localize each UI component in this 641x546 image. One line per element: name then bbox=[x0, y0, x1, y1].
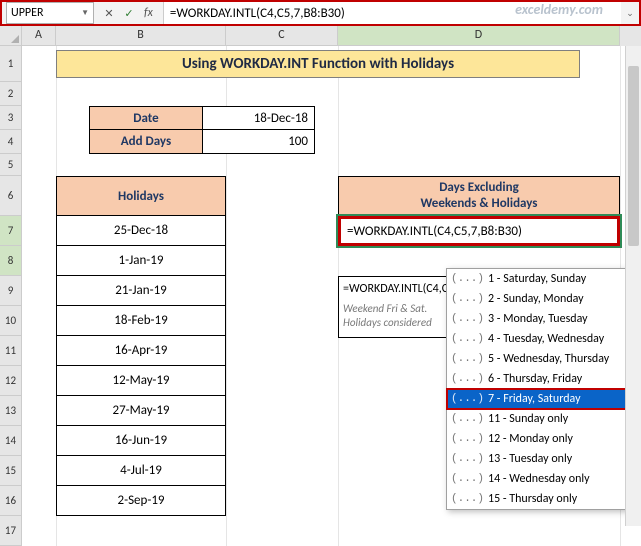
holiday-cell[interactable]: 25-Dec-18 bbox=[56, 216, 226, 246]
weekend-options-dropdown[interactable]: (...)1 - Saturday, Sunday (...)2 - Sunda… bbox=[446, 268, 632, 510]
paren-icon: (...) bbox=[451, 373, 484, 385]
holiday-cell[interactable]: 16-Apr-19 bbox=[56, 336, 226, 366]
dropdown-option[interactable]: (...)13 - Tuesday only bbox=[447, 449, 631, 469]
dropdown-option[interactable]: (...)14 - Wednesday only bbox=[447, 469, 631, 489]
holiday-cell[interactable]: 1-Jan-19 bbox=[56, 246, 226, 276]
dropdown-option[interactable]: (...)4 - Tuesday, Wednesday bbox=[447, 329, 631, 349]
row-header[interactable]: 7 bbox=[0, 216, 22, 246]
row-header[interactable]: 6 bbox=[0, 176, 22, 216]
days-header-line2: Weekends & Holidays bbox=[420, 196, 537, 212]
holiday-cell[interactable]: 21-Jan-19 bbox=[56, 276, 226, 306]
vertical-scrollbar[interactable] bbox=[625, 46, 641, 526]
col-header-d[interactable]: D bbox=[338, 26, 620, 46]
cancel-icon[interactable]: ✕ bbox=[100, 4, 118, 22]
row-header[interactable]: 4 bbox=[0, 130, 22, 154]
dropdown-option[interactable]: (...)15 - Thursday only bbox=[447, 489, 631, 509]
confirm-icon[interactable]: ✓ bbox=[120, 4, 138, 22]
holidays-list: 25-Dec-18 1-Jan-19 21-Jan-19 18-Feb-19 1… bbox=[56, 216, 226, 516]
formula-buttons: ✕ ✓ fx bbox=[96, 2, 164, 24]
row-headers: 1 2 3 4 5 6 7 8 9 10 11 12 13 14 15 16 1… bbox=[0, 46, 22, 546]
paren-icon: (...) bbox=[451, 433, 484, 445]
days-excluding-header[interactable]: Days Excluding Weekends & Holidays bbox=[338, 176, 620, 216]
dropdown-option[interactable]: (...)1 - Saturday, Sunday bbox=[447, 269, 631, 289]
cell-d10-text: =WORKDAY.INTL(C4,C5, bbox=[343, 282, 457, 296]
row-header[interactable]: 15 bbox=[0, 456, 22, 486]
col-header-c[interactable]: C bbox=[226, 26, 338, 46]
col-header-b[interactable]: B bbox=[56, 26, 226, 46]
note-line1: Weekend Fri & Sat. bbox=[343, 302, 442, 316]
holiday-cell[interactable]: 2-Sep-19 bbox=[56, 486, 226, 516]
paren-icon: (...) bbox=[451, 353, 484, 365]
page-title: Using WORKDAY.INT Function with Holidays bbox=[56, 50, 580, 78]
holiday-cell[interactable]: 27-May-19 bbox=[56, 396, 226, 426]
row-header[interactable]: 10 bbox=[0, 306, 22, 336]
dropdown-option[interactable]: (...)11 - Sunday only bbox=[447, 409, 631, 429]
holiday-cell[interactable]: 4-Jul-19 bbox=[56, 456, 226, 486]
expand-formula-bar-icon[interactable]: ⌄ bbox=[621, 8, 639, 19]
col-header-a[interactable]: A bbox=[22, 26, 56, 46]
adddays-label-cell[interactable]: Add Days bbox=[89, 130, 203, 154]
scrollbar-thumb[interactable] bbox=[628, 66, 639, 246]
row-header[interactable]: 11 bbox=[0, 336, 22, 366]
paren-icon: (...) bbox=[451, 273, 484, 285]
date-value-cell[interactable]: 18-Dec-18 bbox=[203, 106, 315, 130]
dropdown-option[interactable]: (...)2 - Sunday, Monday bbox=[447, 289, 631, 309]
paren-icon: (...) bbox=[451, 473, 484, 485]
holidays-header-text: Holidays bbox=[118, 189, 164, 204]
fx-icon[interactable]: fx bbox=[144, 6, 153, 20]
watermark: exceldemy.com bbox=[515, 1, 603, 18]
holidays-header[interactable]: Holidays bbox=[56, 176, 226, 216]
note-box: Weekend Fri & Sat. Holidays considered bbox=[338, 300, 446, 338]
row-header[interactable]: 9 bbox=[0, 276, 22, 306]
holiday-cell[interactable]: 18-Feb-19 bbox=[56, 306, 226, 336]
row-header[interactable]: 13 bbox=[0, 396, 22, 426]
worksheet[interactable]: A B C D 1 2 3 4 5 6 7 8 9 10 11 12 13 14… bbox=[0, 26, 641, 46]
active-cell-formula: =WORKDAY.INTL(C4,C5,7,B8:B30) bbox=[347, 224, 522, 239]
holiday-cell[interactable]: 12-May-19 bbox=[56, 366, 226, 396]
days-header-line1: Days Excluding bbox=[439, 180, 519, 196]
date-label-cell[interactable]: Date bbox=[89, 106, 203, 130]
row-header[interactable]: 17 bbox=[0, 516, 22, 546]
dropdown-option[interactable]: (...)3 - Monday, Tuesday bbox=[447, 309, 631, 329]
name-box[interactable]: UPPER ▼ bbox=[6, 2, 94, 24]
row-header[interactable]: 16 bbox=[0, 486, 22, 516]
row-header[interactable]: 12 bbox=[0, 366, 22, 396]
select-all-corner[interactable] bbox=[0, 26, 22, 46]
row-header[interactable]: 3 bbox=[0, 106, 22, 130]
dropdown-option[interactable]: (...)12 - Monday only bbox=[447, 429, 631, 449]
row-header[interactable]: 2 bbox=[0, 82, 22, 106]
formula-text: =WORKDAY.INTL(C4,C5,7,B8:B30) bbox=[170, 6, 345, 21]
row-header[interactable]: 5 bbox=[0, 154, 22, 176]
cell-d10-formula[interactable]: =WORKDAY.INTL(C4,C5, bbox=[338, 276, 446, 300]
paren-icon: (...) bbox=[451, 393, 484, 405]
paren-icon: (...) bbox=[451, 313, 484, 325]
dropdown-option[interactable]: (...)5 - Wednesday, Thursday bbox=[447, 349, 631, 369]
chevron-down-icon[interactable]: ▼ bbox=[81, 8, 89, 18]
row-header[interactable]: 8 bbox=[0, 246, 22, 276]
column-headers: A B C D bbox=[0, 26, 641, 46]
holiday-cell[interactable]: 16-Jun-19 bbox=[56, 426, 226, 456]
active-cell-d8[interactable]: =WORKDAY.INTL(C4,C5,7,B8:B30) bbox=[338, 216, 620, 246]
paren-icon: (...) bbox=[451, 413, 484, 425]
date-table: Date 18-Dec-18 Add Days 100 bbox=[89, 106, 315, 154]
row-header[interactable]: 1 bbox=[0, 46, 22, 82]
dropdown-option[interactable]: (...)6 - Thursday, Friday bbox=[447, 369, 631, 389]
paren-icon: (...) bbox=[451, 493, 484, 505]
dropdown-option-selected[interactable]: (...)7 - Friday, Saturday bbox=[447, 389, 631, 409]
paren-icon: (...) bbox=[451, 293, 484, 305]
paren-icon: (...) bbox=[451, 333, 484, 345]
paren-icon: (...) bbox=[451, 453, 484, 465]
page-title-text: Using WORKDAY.INT Function with Holidays bbox=[182, 55, 454, 73]
note-line2: Holidays considered bbox=[343, 316, 442, 330]
row-header[interactable]: 14 bbox=[0, 426, 22, 456]
adddays-value-cell[interactable]: 100 bbox=[203, 130, 315, 154]
name-box-value: UPPER bbox=[11, 6, 43, 20]
